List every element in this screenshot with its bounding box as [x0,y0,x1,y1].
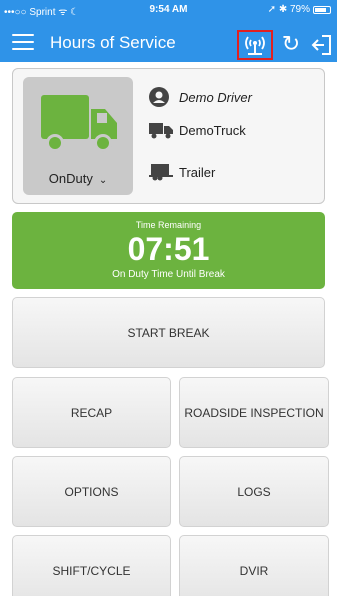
app-header: •••○○ Sprint ᯤ ☾ 9:54 AM ➚ ✱ 79% Hours o… [0,0,337,62]
refresh-icon[interactable]: ↻ [280,32,302,56]
page-title: Hours of Service [50,33,176,52]
truck-name: DemoTruck [179,122,246,138]
time-remaining-value: 07:51 [127,231,210,267]
dvir-button[interactable]: DVIR [179,535,329,596]
time-remaining-subtitle: On Duty Time Until Break [112,269,225,280]
start-break-button[interactable]: START BREAK [12,297,325,368]
time-remaining-label: Time Remaining [135,220,202,230]
shift-cycle-button[interactable]: SHIFT/CYCLE [12,535,171,596]
truck-icon [41,95,117,152]
battery-text: ➚ ✱ 79% [267,4,310,15]
time-remaining-card: Time Remaining 07:51 On Duty Time Until … [12,212,325,289]
logs-button[interactable]: LOGS [179,456,329,527]
trailer-icon [149,163,179,181]
options-button[interactable]: OPTIONS [12,456,171,527]
connection-signal-button[interactable] [237,30,273,60]
truck-row: DemoTruck [149,121,246,139]
battery-fill [315,7,327,12]
user-icon [149,87,179,107]
duty-status-select[interactable]: OnDuty ⌄ [23,171,133,186]
trailer-row: Trailer [149,163,215,181]
small-truck-icon [149,121,179,139]
battery-icon [313,5,331,14]
recap-button[interactable]: RECAP [12,377,171,448]
roadside-inspection-button[interactable]: ROADSIDE INSPECTION [179,377,329,448]
driver-card: OnDuty ⌄ Demo Driver DemoTruck Trailer [12,68,325,204]
status-indicators: ➚ ✱ 79% [268,4,331,15]
driver-row: Demo Driver [149,87,252,107]
status-bar: •••○○ Sprint ᯤ ☾ 9:54 AM ➚ ✱ 79% [0,0,337,20]
chevron-down-icon: ⌄ [98,175,108,186]
broadcast-signal-icon [245,36,265,55]
logout-icon[interactable] [310,34,332,56]
duty-status-value: OnDuty [48,171,93,186]
driver-name: Demo Driver [179,89,252,105]
menu-icon[interactable] [12,34,34,51]
duty-status-panel[interactable]: OnDuty ⌄ [23,77,133,195]
trailer-name: Trailer [179,164,216,180]
